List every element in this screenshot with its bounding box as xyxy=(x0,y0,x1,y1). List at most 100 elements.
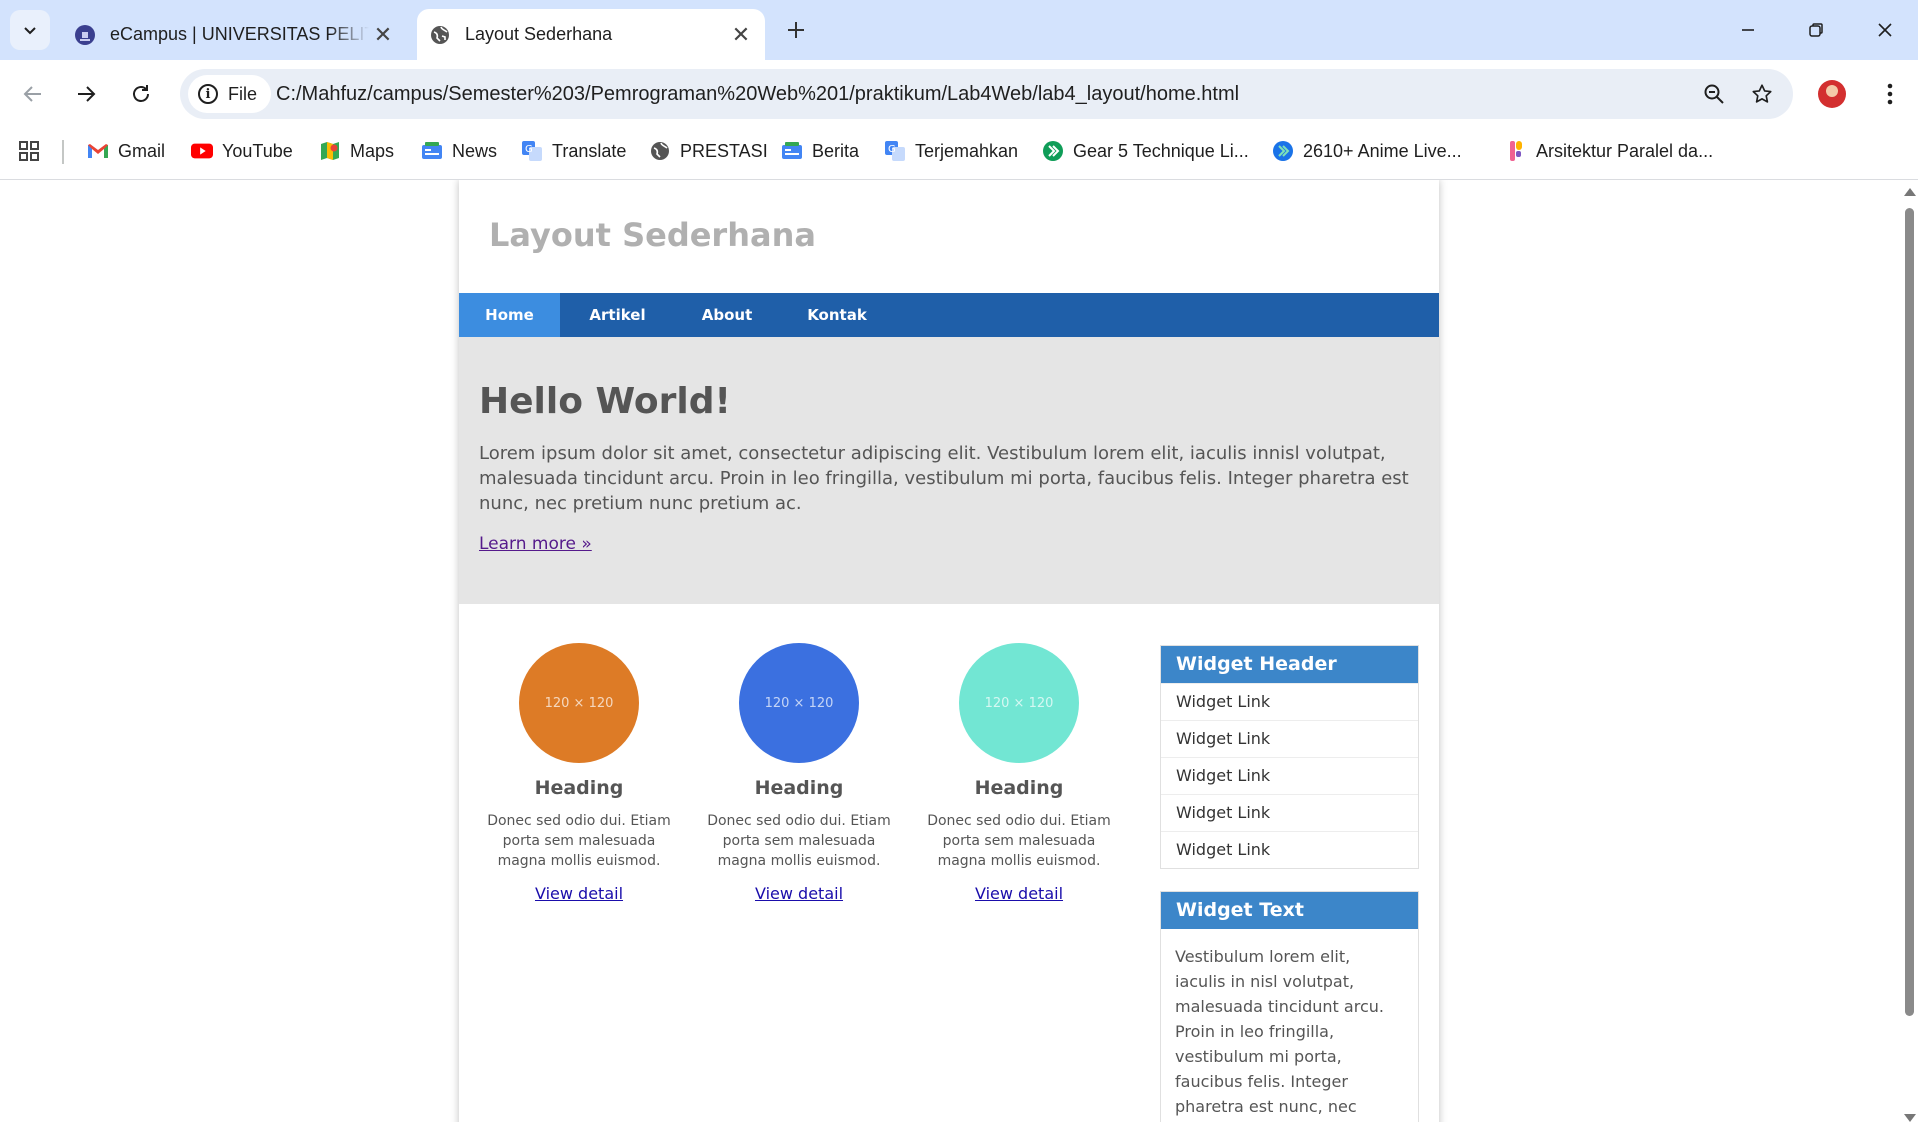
restore-icon xyxy=(1809,23,1823,37)
bookmark-news[interactable]: News xyxy=(421,128,497,174)
news-icon xyxy=(421,140,443,162)
new-tab-button[interactable] xyxy=(780,14,812,46)
card-heading: Heading xyxy=(754,777,844,799)
tab-title: Layout Sederhana xyxy=(465,24,613,44)
feature-card: 120 × 120 Heading Donec sed odio dui. Et… xyxy=(919,643,1119,903)
widget-header: Widget Header xyxy=(1161,646,1418,683)
placeholder-image: 120 × 120 xyxy=(519,643,639,763)
bookmark-berita[interactable]: Berita xyxy=(781,128,859,174)
card-text: Donec sed odio dui. Etiam porta sem male… xyxy=(927,813,1111,869)
bookmark-gmail[interactable]: Gmail xyxy=(87,128,165,174)
bookmark-gear5[interactable]: Gear 5 Technique Li... xyxy=(1042,128,1249,174)
site-info-chip[interactable]: i File xyxy=(188,75,272,113)
hero-heading: Hello World! xyxy=(479,381,731,422)
nav-item-kontak[interactable]: Kontak xyxy=(779,293,895,337)
gmail-icon xyxy=(87,140,109,162)
widget-link[interactable]: Widget Link xyxy=(1161,683,1418,720)
bookmark-label: News xyxy=(452,140,498,161)
widget-link[interactable]: Widget Link xyxy=(1161,831,1418,868)
card-heading: Heading xyxy=(534,777,624,799)
translate-icon: G xyxy=(884,140,906,162)
vertical-scrollbar[interactable] xyxy=(1900,180,1918,1122)
zoom-button[interactable] xyxy=(1694,74,1734,114)
svg-text:G: G xyxy=(525,144,533,155)
view-detail-link[interactable]: View detail xyxy=(975,884,1063,903)
scroll-down-arrow-icon[interactable] xyxy=(1904,1114,1916,1122)
profile-avatar[interactable] xyxy=(1818,80,1846,108)
forward-arrow-icon xyxy=(78,86,96,102)
reload-button[interactable] xyxy=(121,74,161,114)
chevron-down-icon xyxy=(24,27,36,35)
nav-item-artikel[interactable]: Artikel xyxy=(560,293,675,337)
bookmark-terjemahkan[interactable]: G Terjemahkan xyxy=(884,128,1018,174)
back-button[interactable] xyxy=(13,74,53,114)
maps-icon xyxy=(319,140,341,162)
bookmark-star-button[interactable] xyxy=(1742,74,1782,114)
bookmark-maps[interactable]: Maps xyxy=(319,128,394,174)
close-icon xyxy=(1878,23,1892,37)
minimize-button[interactable] xyxy=(1725,10,1771,50)
bookmark-site-icon xyxy=(1272,140,1294,162)
view-detail-link[interactable]: View detail xyxy=(755,884,843,903)
placeholder-image: 120 × 120 xyxy=(739,643,859,763)
news-icon xyxy=(781,140,803,162)
bookmark-site-icon xyxy=(1505,140,1527,162)
bookmark-site-icon xyxy=(1042,140,1064,162)
widget-link[interactable]: Widget Link xyxy=(1161,757,1418,794)
bookmark-youtube[interactable]: YouTube xyxy=(191,128,293,174)
tab-search-button[interactable] xyxy=(10,10,50,50)
view-detail-link[interactable]: View detail xyxy=(535,884,623,903)
bookmark-label: Translate xyxy=(552,140,627,161)
info-icon: i xyxy=(198,84,218,104)
university-logo-icon xyxy=(74,24,96,46)
forward-button[interactable] xyxy=(66,74,106,114)
bookmark-translate[interactable]: G Translate xyxy=(521,128,626,174)
bookmarks-separator xyxy=(62,140,64,164)
bookmark-label: 2610+ Anime Live... xyxy=(1303,140,1462,161)
bookmark-arsitektur[interactable]: Arsitektur Paralel da... xyxy=(1505,128,1713,174)
widget-links: Widget Header Widget Link Widget Link Wi… xyxy=(1160,645,1419,869)
minimize-icon xyxy=(1742,29,1754,31)
scrollbar-thumb[interactable] xyxy=(1905,208,1914,1016)
bookmark-label: Gear 5 Technique Li... xyxy=(1073,140,1249,161)
bookmark-label: Terjemahkan xyxy=(915,140,1019,161)
widget-header: Widget Text xyxy=(1161,892,1418,929)
bookmark-label: Berita xyxy=(812,140,860,161)
bookmarks-bar: Gmail YouTube Maps News G Translate PRES… xyxy=(0,128,1918,180)
chip-label: File xyxy=(228,83,258,104)
page-viewport: Layout Sederhana Home Artikel About Kont… xyxy=(0,180,1918,1122)
feature-card: 120 × 120 Heading Donec sed odio dui. Et… xyxy=(479,643,679,903)
bookmark-prestasi[interactable]: PRESTASI xyxy=(649,128,768,174)
site-title: Layout Sederhana xyxy=(489,216,816,254)
url-text[interactable]: C:/Mahfuz/campus/Semester%203/Pemrograma… xyxy=(276,69,1239,119)
close-window-button[interactable] xyxy=(1862,10,1908,50)
learn-more-link[interactable]: Learn more » xyxy=(479,534,592,554)
tab-ecampus[interactable]: eCampus | UNIVERSITAS PELITA ✕ xyxy=(62,9,407,60)
apps-button[interactable] xyxy=(18,128,40,174)
widget-link[interactable]: Widget Link xyxy=(1161,720,1418,757)
card-text: Donec sed odio dui. Etiam porta sem male… xyxy=(707,813,891,869)
bookmark-label: YouTube xyxy=(222,140,293,161)
close-icon[interactable]: ✕ xyxy=(727,21,755,49)
globe-icon xyxy=(429,24,451,46)
feature-card: 120 × 120 Heading Donec sed odio dui. Et… xyxy=(699,643,899,903)
address-bar[interactable]: i File C:/Mahfuz/campus/Semester%203/Pem… xyxy=(180,69,1793,119)
bookmark-anime[interactable]: 2610+ Anime Live... xyxy=(1272,128,1462,174)
widget-link[interactable]: Widget Link xyxy=(1161,794,1418,831)
scroll-up-arrow-icon[interactable] xyxy=(1904,188,1916,196)
nav-item-home[interactable]: Home xyxy=(459,293,560,337)
restore-button[interactable] xyxy=(1793,10,1839,50)
page-container: Layout Sederhana Home Artikel About Kont… xyxy=(459,180,1439,1122)
back-arrow-icon xyxy=(23,86,41,102)
browser-toolbar: i File C:/Mahfuz/campus/Semester%203/Pem… xyxy=(0,60,1918,128)
site-header: Layout Sederhana xyxy=(459,180,1439,293)
close-icon[interactable]: ✕ xyxy=(369,21,397,49)
browser-menu-button[interactable] xyxy=(1876,74,1904,114)
tab-layout-sederhana[interactable]: Layout Sederhana ✕ xyxy=(417,9,765,60)
globe-icon xyxy=(649,140,671,162)
widget-text: Widget Text Vestibulum lorem elit, iacul… xyxy=(1160,891,1419,1122)
apps-grid-icon xyxy=(19,141,39,161)
reload-icon xyxy=(133,85,149,102)
placeholder-image: 120 × 120 xyxy=(959,643,1079,763)
nav-item-about[interactable]: About xyxy=(675,293,779,337)
